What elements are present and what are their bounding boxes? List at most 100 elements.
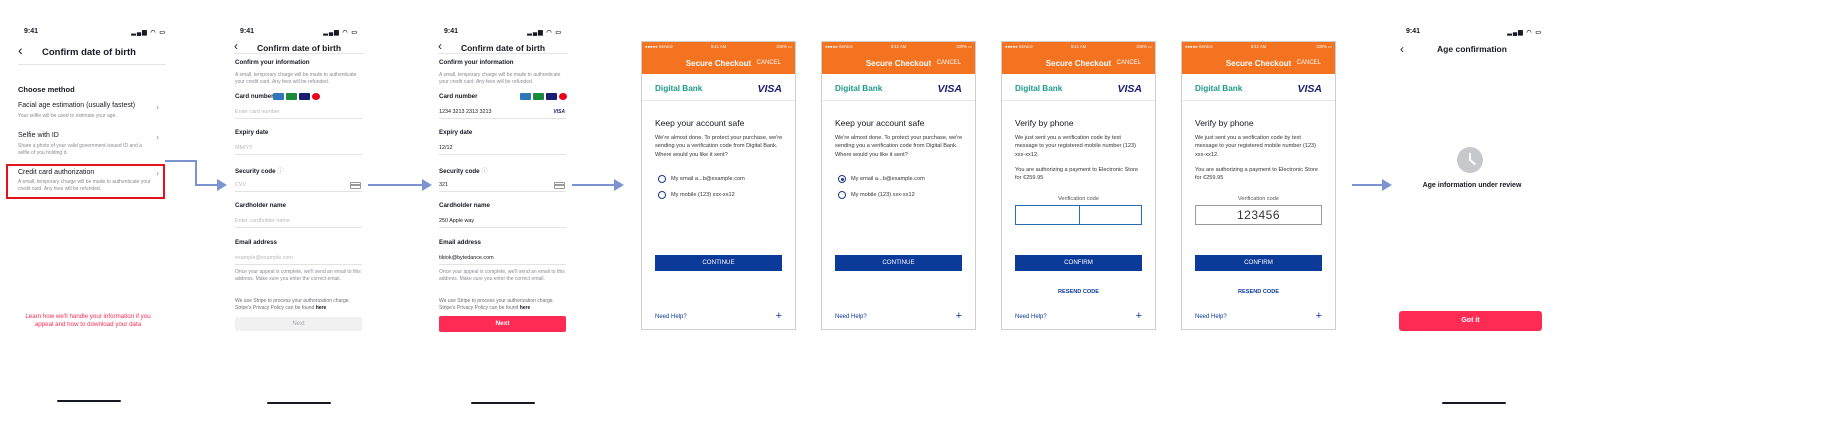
email-input[interactable]: tiktok@bytedance.com <box>439 255 494 261</box>
flow-arrow-elbow <box>165 160 227 192</box>
cancel-button[interactable]: CANCEL <box>1117 60 1141 66</box>
email-input[interactable]: example@example.com <box>235 255 293 261</box>
plus-icon[interactable]: + <box>1136 310 1142 322</box>
checkout-header: ●●●●● Service 9:41 AM 100% ▭ Secure Chec… <box>1002 42 1155 74</box>
option-credit-card[interactable]: Credit card authorization A small, tempo… <box>6 164 165 199</box>
option-title: Credit card authorization <box>18 169 95 176</box>
option-desc: Share a photo of your valid government-i… <box>18 143 142 156</box>
heading: Keep your account safe <box>655 118 745 128</box>
got-it-button[interactable]: Got it <box>1399 311 1542 331</box>
cvv-card-icon <box>554 182 565 189</box>
screen-card-form-filled: 9:41 ▂▄▆ ◠ ▭ ‹ Confirm date of birth Con… <box>432 20 574 420</box>
email-radio[interactable] <box>658 175 666 183</box>
info-icon[interactable]: ⓘ <box>481 168 487 175</box>
email-radio[interactable] <box>838 175 846 183</box>
security-code-text: Security code <box>235 168 276 175</box>
code-input[interactable] <box>1015 205 1142 225</box>
continue-button[interactable]: CONTINUE <box>655 255 782 271</box>
need-help-link[interactable]: Need Help? <box>1195 314 1227 320</box>
info-icon[interactable]: ⓘ <box>277 168 283 175</box>
card-number-input[interactable]: Enter card number <box>235 109 280 115</box>
confirm-button[interactable]: CONFIRM <box>1015 255 1142 271</box>
confirm-button[interactable]: CONFIRM <box>1195 255 1322 271</box>
option-desc: A small, temporary charge will be made t… <box>18 179 151 192</box>
checkout-email-selected: ●●●●● Service 9:41 AM 100% ▭ Secure Chec… <box>821 41 976 330</box>
bank-logo: Digital Bank <box>1195 84 1243 93</box>
need-help-link[interactable]: Need Help? <box>835 314 867 320</box>
checkout-time: 9:41 AM <box>710 44 727 49</box>
plus-icon[interactable]: + <box>776 310 782 322</box>
form-intro: A small, temporary charge will be made t… <box>235 72 357 85</box>
security-code-text: Security code <box>439 168 480 175</box>
resend-code-link[interactable]: RESEND CODE <box>1002 289 1155 295</box>
flow-arrow <box>572 178 624 192</box>
next-button[interactable]: Next <box>439 316 566 332</box>
code-label: Verification code <box>1237 196 1280 202</box>
option-facial-age[interactable]: Facial age estimation (usually fastest) … <box>18 102 163 122</box>
divider <box>234 53 364 54</box>
cardholder-input[interactable]: 250 Apple way <box>439 218 474 224</box>
cvv-input[interactable]: 321 <box>439 182 448 188</box>
page-title: Confirm date of birth <box>460 43 546 53</box>
option-desc: Your selfie will be used to estimate you… <box>18 113 117 119</box>
code-input-divider <box>1078 206 1080 224</box>
resend-code-link[interactable]: RESEND CODE <box>1182 289 1335 295</box>
input-underline <box>235 118 362 119</box>
checkout-time: 9:41 AM <box>890 44 907 49</box>
expiry-input[interactable]: MM/YY <box>235 145 253 151</box>
visa-logo: VISA <box>937 83 962 95</box>
chevron-right-icon: › <box>156 168 159 178</box>
option-selfie-id[interactable]: Selfie with ID Share a photo of your val… <box>18 132 163 158</box>
verify-description: We just sent you a verification code by … <box>1015 135 1136 158</box>
mobile-radio[interactable] <box>838 191 846 199</box>
privacy-link[interactable]: here <box>316 305 327 311</box>
screen-choose-method: 9:41 ▂▄▆ ◠ ▭ ‹ Confirm date of birth Cho… <box>0 20 178 420</box>
next-button[interactable]: Next <box>235 317 362 331</box>
bank-logo: Digital Bank <box>655 84 703 93</box>
plus-icon[interactable]: + <box>956 310 962 322</box>
cancel-button[interactable]: CANCEL <box>1297 60 1321 66</box>
email-note: Once your appeal is complete, we'll send… <box>439 269 565 282</box>
email-option-label[interactable]: My email a...b@example.com <box>671 176 745 182</box>
input-underline <box>439 154 566 155</box>
cvv-input[interactable]: CVV <box>235 182 246 188</box>
mobile-option-label[interactable]: My mobile (123) xxx-xx12 <box>671 192 735 198</box>
need-help-link[interactable]: Need Help? <box>655 314 687 320</box>
privacy-link[interactable]: here <box>520 305 531 311</box>
mobile-radio[interactable] <box>658 191 666 199</box>
need-help-link[interactable]: Need Help? <box>1015 314 1047 320</box>
cvv-card-icon <box>350 182 361 189</box>
nav-bar: ‹ Confirm date of birth <box>0 42 178 62</box>
form-intro: A small, temporary charge will be made t… <box>439 72 561 85</box>
checkout-choose-channel: ●●●●● Service 9:41 AM 100% ▭ Secure Chec… <box>641 41 796 330</box>
code-input[interactable]: 123456 <box>1195 205 1322 225</box>
stripe-text: We use Stripe to process your authorizat… <box>439 298 554 311</box>
continue-button[interactable]: CONTINUE <box>835 255 962 271</box>
cardholder-input[interactable]: Enter cardholder name <box>235 218 290 224</box>
visa-icon <box>299 93 310 100</box>
footer-link[interactable]: Learn how we'll handle your information … <box>24 313 152 329</box>
status-icons: ▂▄▆ ◠ ▭ <box>527 30 562 36</box>
divider <box>438 53 568 54</box>
status-icons: ▂▄▆ ◠ ▭ <box>1507 30 1542 36</box>
input-underline <box>235 154 362 155</box>
plus-icon[interactable]: + <box>1316 310 1322 322</box>
checkout-status-bar: ●●●●● Service 9:41 AM 100% ▭ <box>1185 44 1332 49</box>
visa-logo: VISA <box>757 83 782 95</box>
mobile-option-label[interactable]: My mobile (123) xxx-xx12 <box>851 192 915 198</box>
stripe-text: We use Stripe to process your authorizat… <box>235 298 350 311</box>
card-number-input[interactable]: 1234 3213 2313 3213 <box>439 109 491 115</box>
email-option-label[interactable]: My email a...b@example.com <box>851 176 925 182</box>
chevron-right-icon: › <box>156 132 159 142</box>
visa-logo: VISA <box>1297 83 1322 95</box>
amex-icon <box>520 93 531 100</box>
expiry-input[interactable]: 12/12 <box>439 145 453 151</box>
verify-description: We just sent you a verification code by … <box>1195 135 1316 158</box>
divider <box>18 64 166 65</box>
description: We're almost done. To protect your purch… <box>655 135 783 158</box>
cancel-button[interactable]: CANCEL <box>937 60 961 66</box>
input-underline <box>235 191 362 192</box>
cardholder-label: Cardholder name <box>235 202 286 209</box>
visa-icon <box>546 93 557 100</box>
cancel-button[interactable]: CANCEL <box>757 60 781 66</box>
